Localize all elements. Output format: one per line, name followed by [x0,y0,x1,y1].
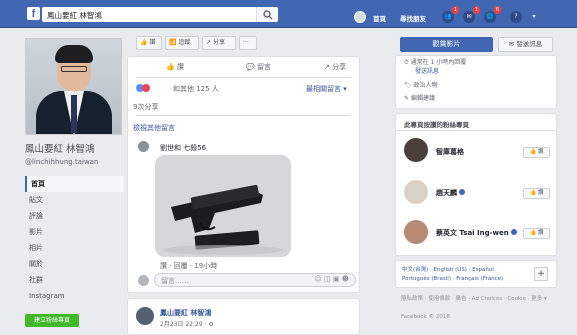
comment-sort-dropdown[interactable]: 最相關留言 ▾ [306,84,347,94]
page-follow-label: 追蹤 [178,39,191,46]
reaction-icons[interactable] [136,84,150,92]
page-navigation: 首頁 貼文 評論 影片 相片 關於 社群 Instagram [25,176,124,304]
nav-item-home[interactable]: 首頁 [25,176,124,192]
liked-pages-box: 此專頁按讚的粉絲專頁 智庫葛格 👍 讚 趙天麟 👍 讚 蔡英文 Tsai Ing… [395,113,557,256]
nav-item-about[interactable]: 關於 [25,256,124,272]
page-more-button[interactable]: ··· [239,36,257,50]
send-message-label: 發送訊息 [516,40,543,48]
comment-author[interactable]: 劉世和 七殺56 [160,143,391,153]
liked-pages-title: 此專頁按讚的粉絲專頁 [404,121,469,129]
about-line-suggest[interactable]: ✎ 編輯建議 [404,93,564,102]
post-share-button[interactable]: ↗ 分享 [324,62,346,72]
page-handle[interactable]: @linchihhung.taiwan [25,158,124,166]
footer-links[interactable]: 隱私政策 · 使用條款 · 廣告 · Ad Choices · Cookie ·… [401,295,551,303]
nav-item-reviews[interactable]: 評論 [25,208,124,224]
love-reaction-icon [142,84,150,92]
verified-badge-icon [510,229,517,235]
liked-page-like-label: 讚 [538,149,544,155]
page-follow-button[interactable]: 📶 追蹤 [165,36,199,50]
nav-home-link[interactable]: 首頁 [373,13,386,23]
send-message-button[interactable]: ✉ 發送訊息 [498,37,553,52]
nav-item-posts[interactable]: 貼文 [25,192,124,208]
search-icon [263,10,273,20]
comment-placeholder: 留言…… [161,277,189,285]
footer-copyright: Facebook © 2018 [401,314,450,320]
page-title: 鳳山要紅 林智鴻 [25,144,95,155]
profile-picture[interactable] [25,38,122,135]
search-input[interactable]: 鳳山要紅 林智鴻 [42,7,278,22]
about-line-suggest-text: 編輯建議 [410,95,435,102]
language-links-1[interactable]: 中文(台灣) · English (US) · Español [402,266,494,274]
notifications-icon[interactable]: 🌐 6 [484,6,501,23]
about-line-category[interactable]: 🏷 政治人物 [404,80,564,89]
post-like-button[interactable]: 👍 讚 [166,62,184,72]
nav-item-instagram[interactable]: Instagram [25,288,124,304]
liked-page-like-button[interactable]: 👍 讚 [523,188,550,199]
search-button[interactable] [256,7,278,22]
liked-page-name[interactable]: 趙天麟 [436,188,465,198]
user-avatar[interactable] [354,11,366,23]
nav-item-photos[interactable]: 相片 [25,240,124,256]
top-navbar: f 鳳山要紅 林智鴻 首頁 尋找朋友 👥 1 ✉ 1 🌐 6 ? ▾ [0,0,577,28]
liked-page-like-button[interactable]: 👍 讚 [523,147,550,158]
liked-page-avatar[interactable] [404,220,428,244]
page-action-bar: 👍 讚 📶 追蹤 ↗ 分享 ··· [131,36,360,52]
about-line-category-text: 政治人物 [413,82,438,89]
nav-item-community[interactable]: 社群 [25,272,124,288]
liked-page-name[interactable]: 智庫葛格 [436,147,464,157]
add-language-button[interactable]: + [534,267,548,281]
liked-page-avatar[interactable] [404,138,428,162]
verified-badge-icon [459,189,465,195]
nav-item-videos[interactable]: 影片 [25,224,124,240]
post-like-label: 讚 [176,63,184,71]
messages-badge: 1 [472,6,480,14]
comment-input[interactable]: 留言…… ☺ ◫ ▣ ☻ [154,273,356,287]
own-avatar [138,275,149,286]
comment-meta: 讚 · 回覆 · 19小時 [160,262,218,270]
search-text: 鳳山要紅 林智鴻 [47,11,102,20]
reaction-count[interactable]: 和其他 125 人 [173,84,219,94]
post-author-name[interactable]: 鳳山要紅 林智鴻 [160,308,391,318]
page-share-label: 分享 [212,39,225,46]
liked-page-like-label: 讚 [538,190,544,196]
liked-page-avatar[interactable] [404,180,428,204]
language-links-2[interactable]: Português (Brasil) · Français (France) [402,275,503,283]
liked-page-name[interactable]: 蔡英文 Tsai Ing-wen [436,228,517,238]
watch-video-button[interactable]: 觀賞影片 [400,37,493,52]
post-author-avatar[interactable] [136,307,154,325]
language-box: 中文(台灣) · English (US) · Español Portuguê… [395,260,557,288]
handgun-image [155,155,291,257]
liked-page-like-button[interactable]: 👍 讚 [523,228,550,239]
liked-page-name-text: 蔡英文 Tsai Ing-wen [436,229,509,237]
post-action-row: 👍 讚 💬 留言 ↗ 分享 [128,62,359,74]
comment-emoji-icons[interactable]: ☺ ◫ ▣ ☻ [315,275,350,283]
friend-requests-icon[interactable]: 👥 1 [442,6,459,23]
page-share-button[interactable]: ↗ 分享 [202,36,236,50]
post-share-label: 分享 [332,63,347,71]
nav-find-friends-link[interactable]: 尋找朋友 [400,13,426,23]
post-comment-button[interactable]: 💬 留言 [246,62,271,72]
notifications-badge: 6 [493,6,501,14]
post-comment-label: 留言 [256,63,271,71]
messages-icon[interactable]: ✉ 1 [463,6,480,23]
help-icon[interactable]: ? [510,11,522,23]
liked-page-like-label: 讚 [538,230,544,236]
about-box: ⏱ 通常在 1 小時內回覆 發送訊息 🏷 政治人物 ✎ 編輯建議 [395,55,557,109]
friend-requests-badge: 1 [451,6,459,14]
commenter-avatar[interactable] [138,141,149,152]
page-like-button[interactable]: 👍 讚 [136,36,162,50]
dropdown-arrow-icon[interactable]: ▾ [528,11,540,23]
about-line-message[interactable]: 發送訊息 [415,66,575,75]
post-timestamp[interactable]: 2月23日 22:29 · ⚙ [160,319,391,328]
share-count[interactable]: 9次分享 [133,102,364,112]
create-page-button[interactable]: 建立粉絲專頁 [25,314,79,327]
view-previous-comments-link[interactable]: 檢視其他留言 [133,123,364,133]
post-card-2: 鳳山要紅 林智鴻 2月23日 22:29 · ⚙ [127,298,360,335]
facebook-logo-icon[interactable]: f [27,7,40,20]
liked-page-name-text: 趙天麟 [436,189,457,197]
profile-sidebar: 鳳山要紅 林智鴻 @linchihhung.taiwan 首頁 貼文 評論 影片… [25,38,124,327]
page-like-label: 讚 [149,39,156,46]
about-line-response-text: 通常在 1 小時內回覆 [410,59,467,66]
comment-photo[interactable] [155,155,291,257]
